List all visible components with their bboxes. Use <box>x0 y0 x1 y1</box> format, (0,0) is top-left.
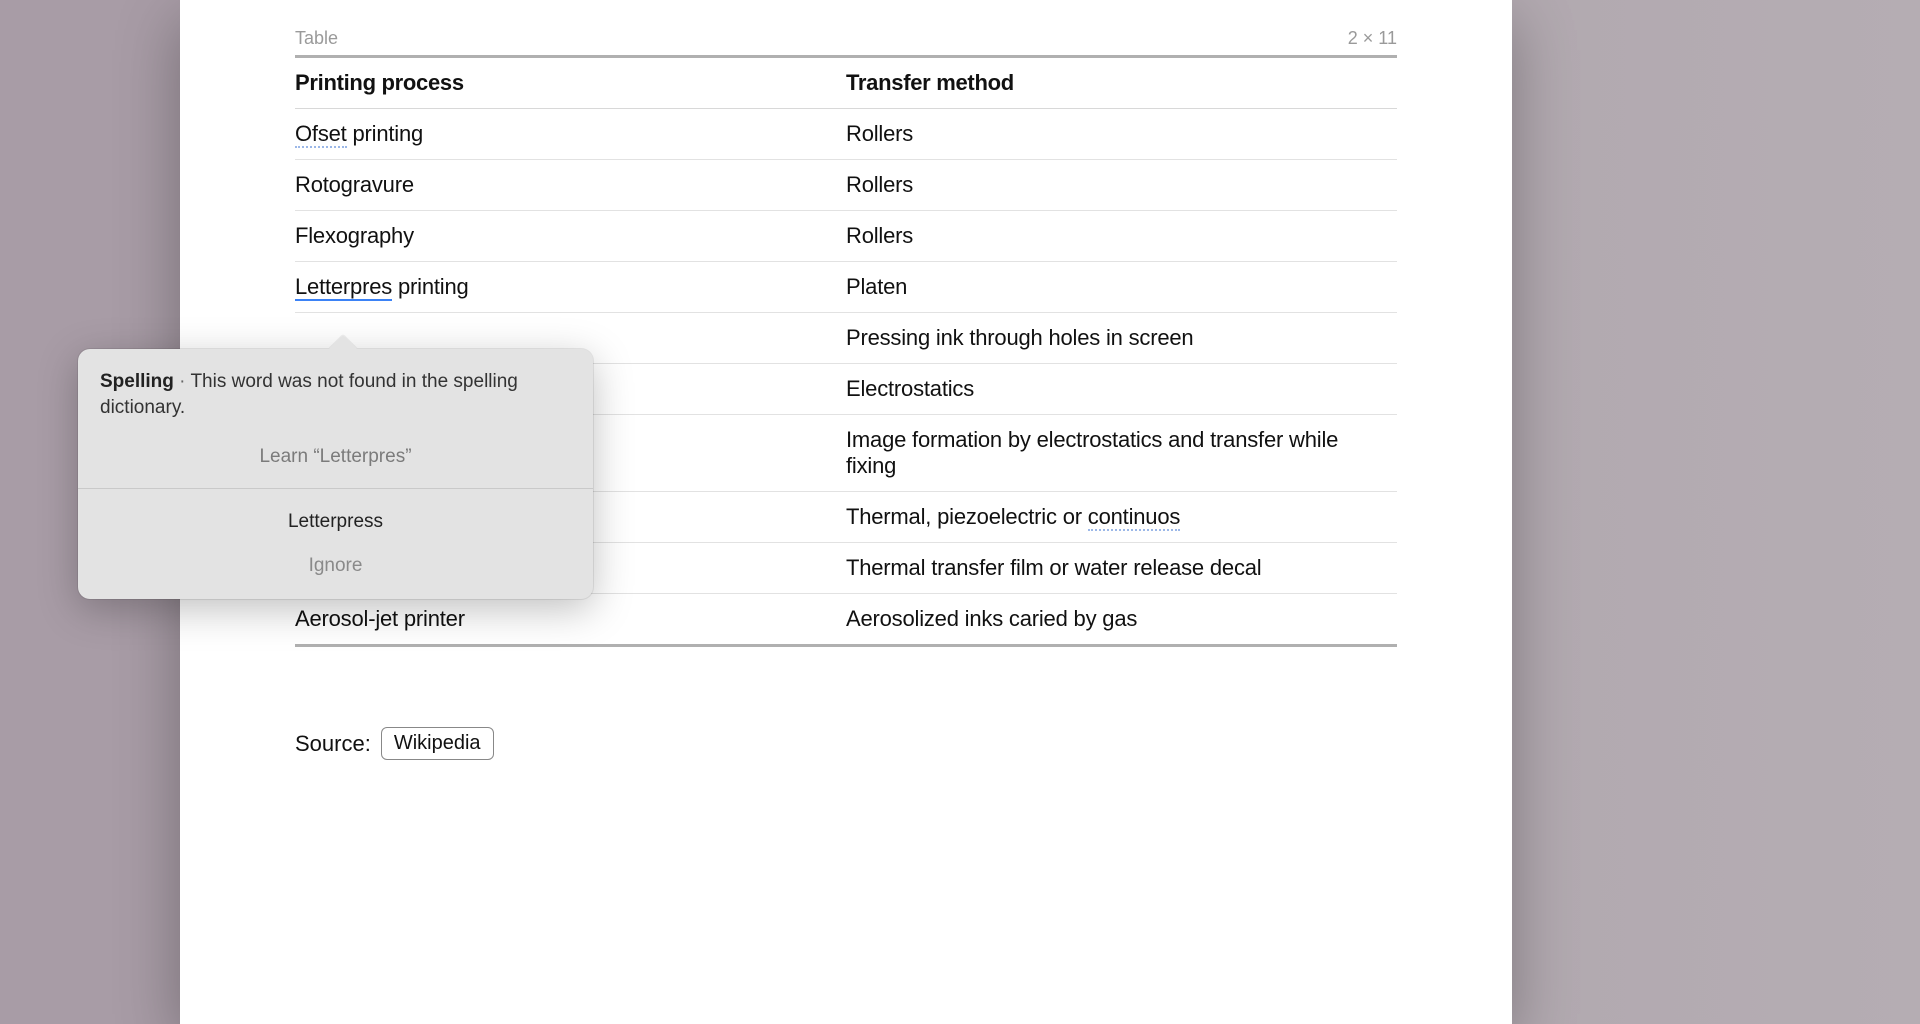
source-row: Source: Wikipedia <box>295 727 1397 760</box>
cell-transfer[interactable]: Electrostatics <box>846 364 1397 415</box>
learn-word-button[interactable]: Learn “Letterpres” <box>78 434 593 488</box>
cell-text: Rollers <box>846 172 913 197</box>
cell-text: Pressing ink through holes in screen <box>846 325 1193 350</box>
cell-text: Aerosol-jet printer <box>295 606 465 631</box>
cell-transfer[interactable]: Thermal transfer film or water release d… <box>846 543 1397 594</box>
cell-text: Platen <box>846 274 907 299</box>
cell-transfer[interactable]: Aerosolized inks caried by gas <box>846 594 1397 646</box>
cell-transfer[interactable]: Rollers <box>846 160 1397 211</box>
table-meta-bar: Table 2 × 11 <box>295 28 1397 58</box>
cell-text: Thermal, piezoelectric or <box>846 504 1088 529</box>
cell-text: Rollers <box>846 223 913 248</box>
cell-transfer[interactable]: Pressing ink through holes in screen <box>846 313 1397 364</box>
cell-process[interactable]: Aerosol-jet printer <box>295 594 846 646</box>
table-row[interactable]: Flexography Rollers <box>295 211 1397 262</box>
spelling-popover: Spelling · This word was not found in th… <box>78 349 593 599</box>
spelling-popover-message: Spelling · This word was not found in th… <box>78 349 593 434</box>
cell-process[interactable]: Rotogravure <box>295 160 846 211</box>
spelling-popover-title: Spelling <box>100 371 174 392</box>
table-row[interactable]: Rotogravure Rollers <box>295 160 1397 211</box>
cell-process[interactable]: Ofset printing <box>295 109 846 160</box>
table-row[interactable]: Ofset printingRollers <box>295 109 1397 160</box>
cell-text: Rotogravure <box>295 172 414 197</box>
cell-text: Electrostatics <box>846 376 974 401</box>
table-type-label: Table <box>295 28 338 49</box>
column-header-process[interactable]: Printing process <box>295 58 846 109</box>
cell-transfer[interactable]: Rollers <box>846 109 1397 160</box>
table-dimensions-label: 2 × 11 <box>1348 28 1397 49</box>
misspelled-word[interactable]: Letterpres <box>295 274 392 301</box>
table-row[interactable]: Aerosol-jet printer Aerosolized inks cari… <box>295 594 1397 646</box>
cell-transfer[interactable]: Platen <box>846 262 1397 313</box>
cell-transfer[interactable]: Rollers <box>846 211 1397 262</box>
cell-text: Rollers <box>846 121 913 146</box>
cell-text: Image formation by electrostatics and tr… <box>846 427 1338 478</box>
cell-transfer[interactable]: Image formation by electrostatics and tr… <box>846 415 1397 492</box>
spelling-suggestion-button[interactable]: Letterpress <box>78 489 593 545</box>
source-link-button[interactable]: Wikipedia <box>381 727 494 760</box>
table-header-row: Printing process Transfer method <box>295 58 1397 109</box>
column-header-transfer[interactable]: Transfer method <box>846 58 1397 109</box>
cell-text: Flexography <box>295 223 414 248</box>
cell-text: printing <box>392 274 468 299</box>
source-label: Source: <box>295 731 371 757</box>
cell-text: Thermal transfer film or water release d… <box>846 555 1261 580</box>
cell-transfer[interactable]: Thermal, piezoelectric or continuos <box>846 492 1397 543</box>
cell-process[interactable]: Flexography <box>295 211 846 262</box>
ignore-button[interactable]: Ignore <box>78 545 593 599</box>
cell-text: printing <box>347 121 423 146</box>
misspelled-word[interactable]: Ofset <box>295 121 347 148</box>
cell-text: Aerosolized inks caried by gas <box>846 606 1137 631</box>
cell-process[interactable]: Letterpres printing <box>295 262 846 313</box>
spelling-popover-separator: · <box>174 371 191 392</box>
misspelled-word[interactable]: continuos <box>1088 504 1180 531</box>
table-row[interactable]: Letterpres printingPlaten <box>295 262 1397 313</box>
